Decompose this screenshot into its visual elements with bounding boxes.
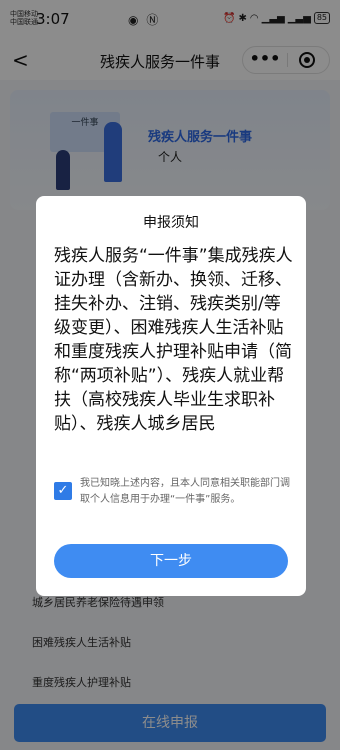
notice-dialog: 申报须知 残疾人服务“一件事”集成残疾人证办理（含新办、换领、迁移、挂失补办、注… <box>36 196 306 596</box>
consent-row[interactable]: ✓ 我已知晓上述内容，且本人同意相关职能部门调取个人信息用于办理“一件事”服务。 <box>54 476 294 528</box>
dialog-title: 申报须知 <box>143 215 199 231</box>
dialog-body-scroll[interactable]: 残疾人服务“一件事”集成残疾人证办理（含新办、换领、迁移、挂失补办、注销、残疾类… <box>54 244 294 466</box>
dialog-body-text: 残疾人服务“一件事”集成残疾人证办理（含新办、换领、迁移、挂失补办、注销、残疾类… <box>54 246 293 434</box>
consent-text: 我已知晓上述内容，且本人同意相关职能部门调取个人信息用于办理“一件事”服务。 <box>80 478 290 505</box>
next-button[interactable]: 下一步 <box>54 544 288 578</box>
consent-checkbox[interactable]: ✓ <box>54 482 72 500</box>
